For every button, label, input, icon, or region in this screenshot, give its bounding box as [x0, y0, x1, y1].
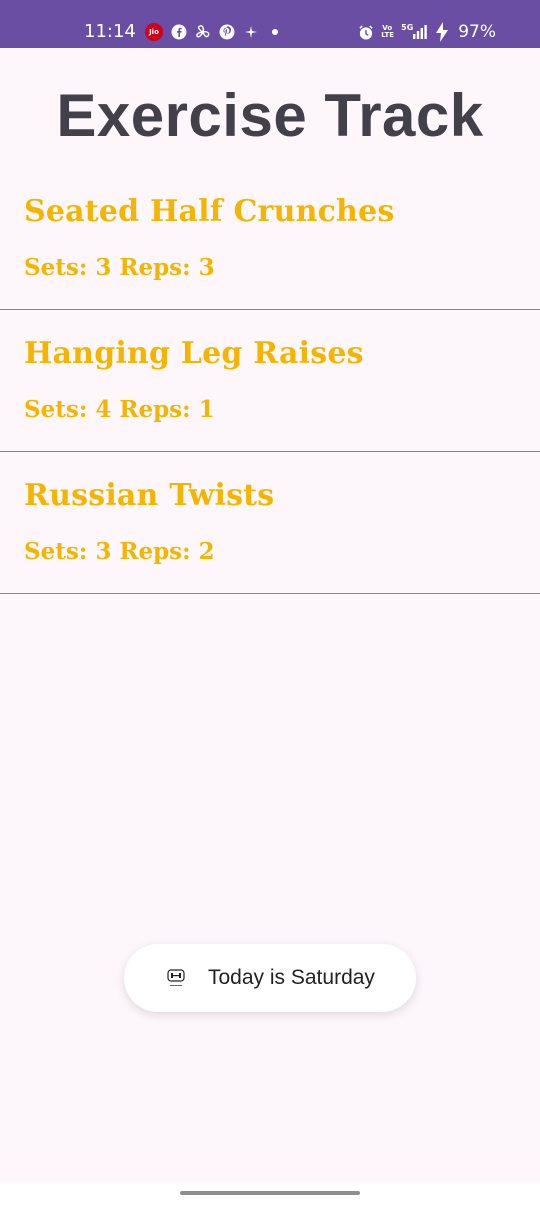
- page-title: Exercise Track: [56, 82, 484, 149]
- exercise-name: Russian Twists: [24, 478, 275, 513]
- status-bar: 11:14 Jio Vo LTE 5G 97%: [0, 0, 540, 48]
- network-label: 5G: [401, 22, 414, 32]
- dumbbell-app-icon: [166, 967, 186, 989]
- list-item[interactable]: Hanging Leg Raises Sets: 4 Reps: 1: [0, 310, 540, 452]
- list-item[interactable]: Seated Half Crunches Sets: 3 Reps: 3: [0, 168, 540, 310]
- volte-label: Vo LTE: [381, 24, 395, 39]
- toast-text: Today is Saturday: [208, 966, 375, 989]
- alarm-icon: [358, 24, 374, 40]
- fan-icon: [195, 24, 211, 40]
- navigation-bar: [0, 1182, 540, 1206]
- charging-icon: [434, 22, 450, 42]
- list-item[interactable]: Russian Twists Sets: 3 Reps: 2: [0, 452, 540, 594]
- exercise-list: Seated Half Crunches Sets: 3 Reps: 3 Han…: [0, 168, 540, 594]
- 5g-signal-icon: 5G: [400, 22, 428, 40]
- battery-percentage: 97%: [458, 22, 496, 42]
- system-icons: Vo LTE 5G 97%: [358, 21, 496, 43]
- exercise-stats: Sets: 3 Reps: 3: [24, 254, 215, 281]
- exercise-stats: Sets: 4 Reps: 1: [24, 396, 215, 423]
- exercise-name: Hanging Leg Raises: [24, 336, 364, 371]
- notification-icons: Jio: [145, 22, 283, 42]
- toast-message: Today is Saturday: [124, 944, 416, 1012]
- jio-icon: Jio: [145, 23, 163, 41]
- sparkle-icon: [243, 24, 259, 40]
- facebook-icon: [171, 24, 187, 40]
- dot-icon: [267, 24, 283, 40]
- gesture-handle[interactable]: [180, 1191, 360, 1195]
- pinterest-icon: [219, 24, 235, 40]
- exercise-stats: Sets: 3 Reps: 2: [24, 538, 215, 565]
- exercise-name: Seated Half Crunches: [24, 194, 395, 229]
- status-time: 11:14: [84, 21, 136, 42]
- volte-icon: Vo LTE: [380, 24, 394, 40]
